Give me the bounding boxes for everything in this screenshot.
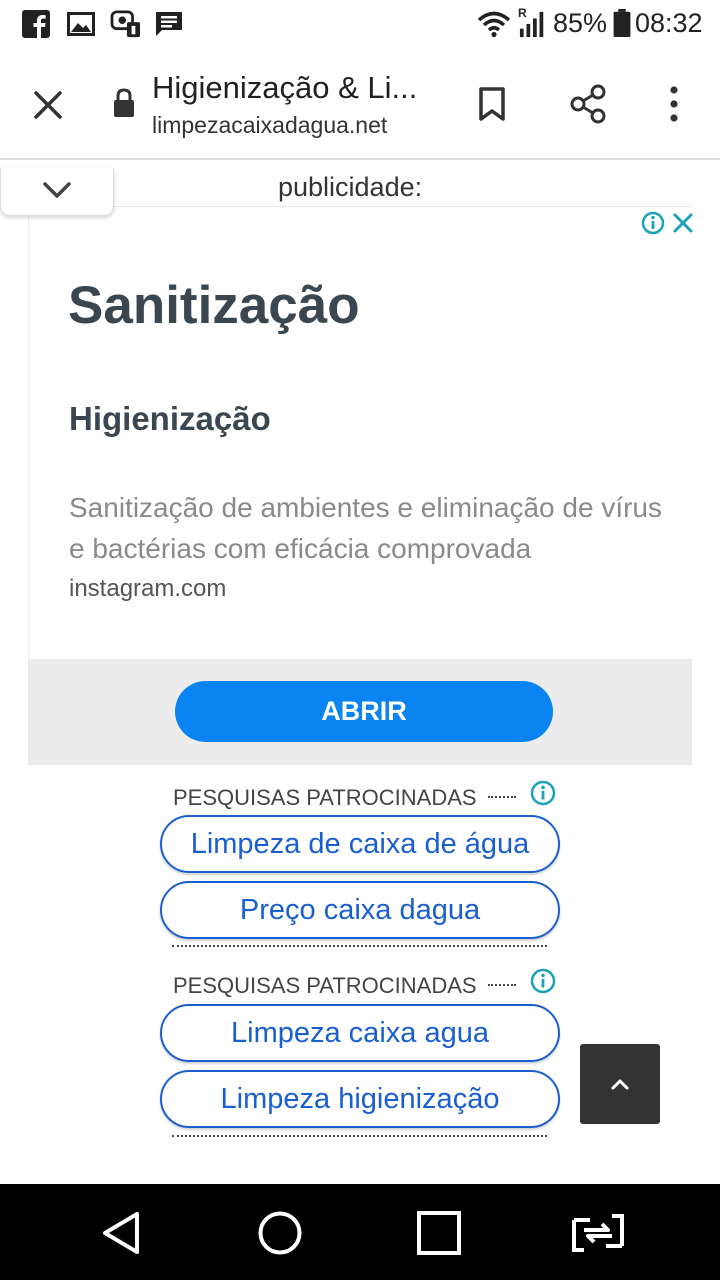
gallery-icon: [67, 12, 95, 36]
ad-subhead: Higienização: [69, 400, 271, 437]
info-icon[interactable]: [530, 780, 556, 806]
sponsored-searches-header: PESQUISAS PATROCINADAS: [173, 785, 477, 810]
signal-icon: [519, 11, 544, 38]
bookmark-icon[interactable]: [477, 86, 507, 122]
dotted-separator: [172, 945, 547, 947]
dotted-divider: [488, 796, 516, 798]
ad-headline: Sanitização: [68, 276, 360, 335]
ad-domain: instagram.com: [69, 575, 227, 602]
share-icon[interactable]: [569, 84, 607, 124]
browser-toolbar: Higienização & Li... limpezacaixadagua.n…: [0, 50, 720, 160]
sponsored-search-link[interactable]: Limpeza higienização: [160, 1070, 560, 1128]
battery-icon: [613, 9, 631, 37]
dotted-divider: [488, 984, 516, 986]
lock-icon: [114, 88, 134, 117]
notification-icon: [110, 10, 140, 38]
sponsored-searches-header: PESQUISAS PATROCINADAS: [173, 973, 477, 998]
more-vert-icon[interactable]: [668, 86, 680, 122]
page-url: limpezacaixadagua.net: [152, 112, 388, 138]
message-icon: [156, 12, 182, 36]
ad-close-icon[interactable]: [672, 212, 694, 234]
scroll-to-top-button[interactable]: [580, 1044, 660, 1124]
back-icon[interactable]: [100, 1210, 142, 1256]
sponsored-search-link[interactable]: Limpeza caixa agua: [160, 1004, 560, 1062]
chevron-down-icon: [43, 182, 71, 198]
status-bar: R 85% 08:32: [0, 0, 720, 50]
recents-icon[interactable]: [416, 1210, 462, 1256]
collapse-ad-button[interactable]: [0, 168, 114, 216]
navigation-bar: [0, 1184, 720, 1280]
wifi-icon: [477, 11, 511, 38]
page-title: Higienização & Li...: [152, 70, 418, 105]
sponsored-search-link[interactable]: Limpeza de caixa de água: [160, 815, 560, 873]
home-icon[interactable]: [257, 1210, 303, 1256]
info-icon[interactable]: [530, 968, 556, 994]
ad-open-button[interactable]: ABRIR: [175, 681, 553, 742]
close-icon[interactable]: [33, 90, 63, 120]
facebook-icon: [22, 10, 50, 38]
sponsored-search-link[interactable]: Preço caixa dagua: [160, 881, 560, 939]
ad-label: publicidade:: [278, 172, 423, 202]
battery-percent: 85%: [553, 8, 608, 38]
ad-info-icon[interactable]: [641, 211, 665, 235]
ad-description: Sanitização de ambientes e eliminação de…: [69, 492, 663, 564]
dotted-separator: [172, 1135, 547, 1137]
clock: 08:32: [635, 8, 703, 38]
chevron-up-icon: [611, 1079, 629, 1090]
switch-apps-icon[interactable]: [570, 1212, 626, 1254]
